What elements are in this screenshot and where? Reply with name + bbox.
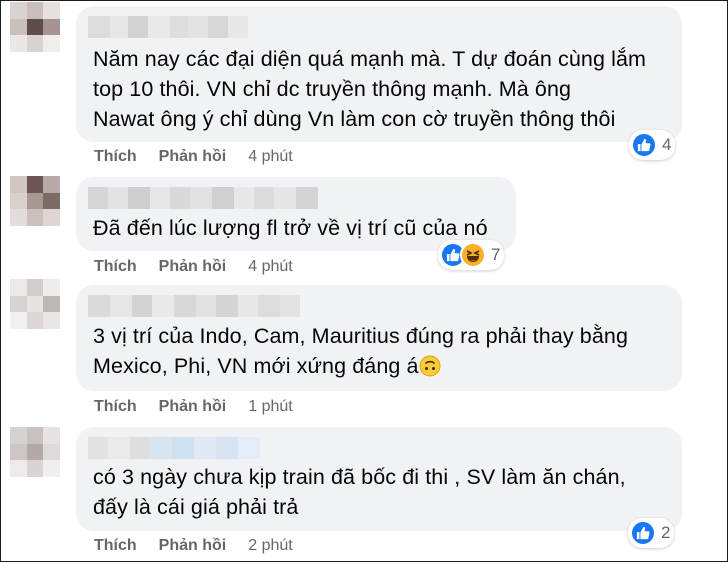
- comment-text: 3 vị trí của Indo, Cam, Mauritius đúng r…: [93, 321, 628, 385]
- avatar[interactable]: [10, 176, 60, 226]
- like-button[interactable]: Thích: [94, 148, 137, 166]
- comment-bubble: Năm nay các đại diện quá mạnh mà. T dự đ…: [76, 6, 682, 142]
- like-button[interactable]: Thích: [94, 398, 137, 416]
- comment-timestamp[interactable]: 1 phút: [248, 398, 292, 416]
- avatar[interactable]: [10, 427, 60, 477]
- comment-bubble: 3 vị trí của Indo, Cam, Mauritius đúng r…: [76, 285, 682, 391]
- reply-button[interactable]: Phản hồi: [159, 258, 227, 276]
- reaction-count: 7: [491, 245, 501, 264]
- author-name-blurred[interactable]: [88, 295, 300, 317]
- comment-text: có 3 ngày chưa kịp train đã bốc đi thi ,…: [93, 465, 626, 519]
- haha-reaction-icon: [460, 242, 486, 268]
- reaction-count: 2: [661, 523, 671, 542]
- comment-actions: Thích Phản hồi 1 phút: [94, 398, 293, 416]
- like-button[interactable]: Thích: [94, 537, 137, 555]
- upside-down-face-icon: [419, 355, 441, 385]
- author-name-blurred[interactable]: [88, 437, 260, 459]
- reaction-summary[interactable]: 4: [629, 130, 676, 160]
- avatar[interactable]: [10, 2, 60, 52]
- comment-text: Đã đến lúc lượng fl trở về vị trí cũ của…: [93, 216, 488, 240]
- comment-text: Năm nay các đại diện quá mạnh mà. T dự đ…: [93, 47, 647, 131]
- reply-button[interactable]: Phản hồi: [159, 398, 227, 416]
- reaction-summary[interactable]: 7: [438, 240, 505, 270]
- comment-actions: Thích Phản hồi 4 phút: [94, 148, 293, 166]
- comment-timestamp[interactable]: 2 phút: [248, 537, 292, 555]
- author-name-blurred[interactable]: [88, 16, 248, 38]
- author-name-blurred[interactable]: [88, 187, 318, 209]
- comment-timestamp[interactable]: 4 phút: [248, 258, 292, 276]
- reaction-summary[interactable]: 2: [628, 518, 675, 548]
- like-reaction-icon: [630, 520, 656, 546]
- comment-text-body: 3 vị trí của Indo, Cam, Mauritius đúng r…: [93, 324, 629, 378]
- like-button[interactable]: Thích: [94, 258, 137, 276]
- comment-bubble: có 3 ngày chưa kịp train đã bốc đi thi ,…: [76, 427, 682, 531]
- comment-timestamp[interactable]: 4 phút: [248, 148, 292, 166]
- like-reaction-icon: [631, 132, 657, 158]
- reply-button[interactable]: Phản hồi: [159, 148, 227, 166]
- comment-actions: Thích Phản hồi 4 phút: [94, 258, 293, 276]
- avatar[interactable]: [10, 279, 60, 329]
- comment-actions: Thích Phản hồi 2 phút: [94, 537, 293, 555]
- reaction-count: 4: [662, 135, 672, 154]
- reply-button[interactable]: Phản hồi: [159, 537, 227, 555]
